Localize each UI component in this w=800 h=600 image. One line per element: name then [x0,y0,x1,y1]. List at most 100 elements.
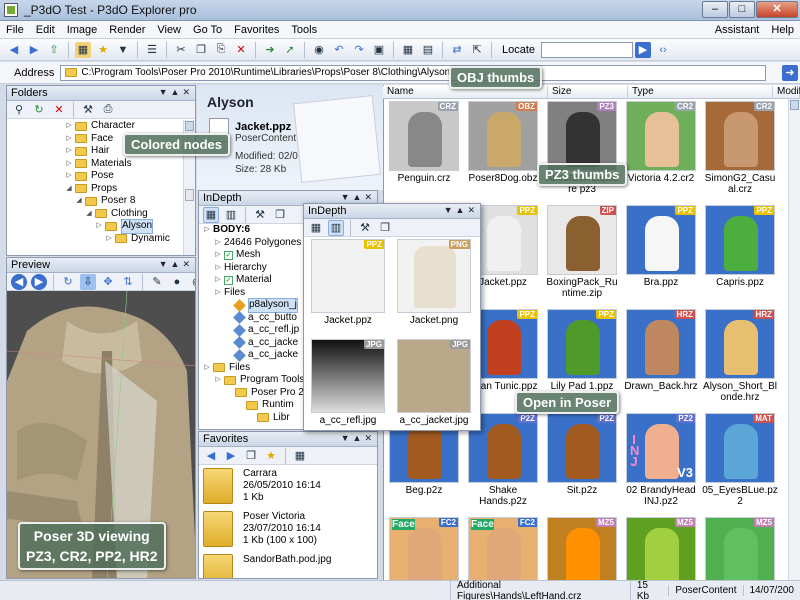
camera-icon[interactable]: ◉ [311,42,327,58]
expand-toggle-icon[interactable]: ▷ [65,158,73,171]
menu-item-image[interactable]: Image [61,24,104,36]
thumbnail-item[interactable]: FC2 Face [386,517,462,589]
thumbnail-item[interactable]: MZ5 [702,517,778,589]
folder-tree-item[interactable]: ◢ Poser 8 [7,195,195,208]
move-to-icon[interactable]: ➜ [262,42,278,58]
properties-icon[interactable]: ☰ [144,42,160,58]
expand-toggle-icon[interactable]: ▷ [65,120,73,133]
column-modif[interactable]: Modif [773,86,800,98]
close-button[interactable]: ✕ [756,1,798,18]
thumbnail-item[interactable]: CRZ Penguin.crz [386,101,462,184]
up-folder-icon[interactable]: ⇧ [46,42,62,58]
back-icon[interactable]: ◀ [6,42,22,58]
thumbnail-item[interactable]: PPZ Capris.ppz [702,205,778,288]
expand-toggle-icon[interactable]: ▷ [214,274,222,287]
rotate-view-icon[interactable]: ↻ [60,274,76,290]
indepth2-thumbnail[interactable]: PPZ Jacket.ppz [306,239,390,326]
prev-icon[interactable]: ◀ [11,273,27,290]
content-scrollbar[interactable] [788,99,800,580]
menu-item-file[interactable]: File [0,24,30,36]
column-size[interactable]: Size [548,86,628,98]
menu-item-view[interactable]: View [151,24,187,36]
thumbnail-item[interactable]: PPZ Bra.ppz [623,205,699,288]
checkbox-icon[interactable]: ✓ [224,275,233,285]
next-icon[interactable]: ▶ [31,273,47,290]
menu-item-tools[interactable]: Tools [285,24,323,36]
expand-toggle-icon[interactable]: ▷ [65,145,73,158]
checkbox-icon[interactable]: ✓ [224,250,233,260]
file-icon[interactable]: ❐ [243,448,259,464]
expand-toggle-icon[interactable]: ▷ [65,133,73,146]
material-icon[interactable]: ● [169,274,185,290]
folders-icon[interactable]: ▦ [75,41,91,58]
thumbnail-item[interactable]: HRZ Alyson_Short_Blonde.hrz [702,309,778,403]
thumb-view-icon[interactable]: ▥ [328,219,344,236]
preview-pane-icon[interactable]: ▤ [420,42,436,58]
expand-toggle-icon[interactable]: ◢ [85,208,93,221]
filter-icon[interactable]: ▼ [115,42,131,58]
favorite-item[interactable]: Poser Victoria 23/07/2010 16:14 1 Kb (100 … [199,508,377,551]
column-type[interactable]: Type [628,86,773,98]
panel-controls-icon[interactable]: ▼▲✕ [159,87,193,98]
indepth2-thumbnail[interactable]: PNG Jacket.png [392,239,476,326]
star-icon[interactable]: ★ [263,448,279,464]
favorite-item[interactable]: Carrara 26/05/2010 16:14 1 Kb [199,465,377,508]
menu-item-favorites[interactable]: Favorites [228,24,285,36]
paste-icon[interactable]: ⎘ [213,42,229,58]
folder-tree-item[interactable]: ▷ Pose [7,170,195,183]
folder-tree-item[interactable]: ▷ Character [7,120,195,133]
expand-toggle-icon[interactable]: ▷ [105,233,113,246]
snapshot-icon[interactable]: ◉ [189,274,195,290]
indepth2-thumbnail[interactable]: JPG a_cc_jacket.jpg [392,339,476,426]
tree-view-icon[interactable]: ▦ [203,206,219,223]
expand-toggle-icon[interactable]: ▷ [214,249,222,262]
thumbnail-item[interactable]: MZ5 [544,517,620,589]
folder-tree-item[interactable]: ◢ Props [7,183,195,196]
address-go-icon[interactable]: ➜ [782,64,798,81]
expand-toggle-icon[interactable]: ▷ [65,170,73,183]
tree-view-icon[interactable]: ▦ [308,220,324,236]
view-mode-icon[interactable]: ▦ [400,42,416,58]
rotate-left-icon[interactable]: ↶ [331,42,347,58]
export-icon[interactable]: ⇱ [469,42,485,58]
expand-toggle-icon[interactable]: ▷ [214,374,222,387]
thumbnail-item[interactable]: OBZ Poser8Dog.obz [465,101,541,184]
expand-toggle-icon[interactable]: ▷ [214,287,222,300]
favorite-item[interactable]: SandorBath.pod.jpg [199,551,377,578]
expand-toggle-icon[interactable]: ▷ [203,224,211,237]
menu-item-render[interactable]: Render [103,24,151,36]
panel-controls-icon[interactable]: ▼▲✕ [159,259,193,270]
thumbnail-item[interactable]: HRZ Drawn_Back.hrz [623,309,699,392]
copy-to-icon[interactable]: ➚ [282,42,298,58]
folder-tree-item[interactable]: ◢ Clothing [7,208,195,221]
favorites-star-icon[interactable]: ★ [95,42,111,58]
move-down-icon[interactable]: ⇩ [80,273,96,290]
cut-icon[interactable]: ✂ [173,42,189,58]
panel-controls-icon[interactable]: ▼▲✕ [341,433,375,444]
expand-toggle-icon[interactable]: ▷ [95,220,103,233]
refresh-icon[interactable]: ↻ [31,102,47,118]
thumbnail-item[interactable]: PZ2 INJ V3 02 BrandyHead INJ.pz2 [623,413,699,507]
files-icon[interactable]: ❐ [377,220,393,236]
axis-xy-icon[interactable]: ⇅ [120,274,136,290]
edit-icon[interactable]: ✎ [149,274,165,290]
rotate-right-icon[interactable]: ↷ [351,42,367,58]
thumbnail-item[interactable]: P2Z Sit.p2z [544,413,620,496]
expand-toggle-icon[interactable]: ◢ [65,183,73,196]
folder-tree-item[interactable]: ▷ Materials [7,158,195,171]
panel-controls-icon[interactable]: ▼▲✕ [341,192,375,203]
expand-toggle-icon[interactable]: ▷ [203,362,211,375]
thumbnail-item[interactable]: CR2 SimonG2_Casual.crz [702,101,778,195]
back-icon[interactable]: ◀ [203,448,219,464]
menu-item-edit[interactable]: Edit [30,24,61,36]
cube-icon[interactable]: ▣ [371,42,387,58]
expand-toggle-icon[interactable]: ◢ [75,195,83,208]
thumb-view-icon[interactable]: ▥ [223,207,239,223]
tools-icon[interactable]: ⚒ [252,207,268,223]
menu-item-go-to[interactable]: Go To [187,24,228,36]
thumbnail-item[interactable]: MAT 05_EyesBLue.pz2 [702,413,778,507]
thumbnail-item[interactable]: ZIP BoxingPack_Runtime.zip [544,205,620,299]
expand-toggle-icon[interactable]: ▷ [214,262,222,275]
menu-item-assistant[interactable]: Assistant [709,24,766,36]
thumbnail-item[interactable]: PPZ Lily Pad 1.ppz [544,309,620,392]
